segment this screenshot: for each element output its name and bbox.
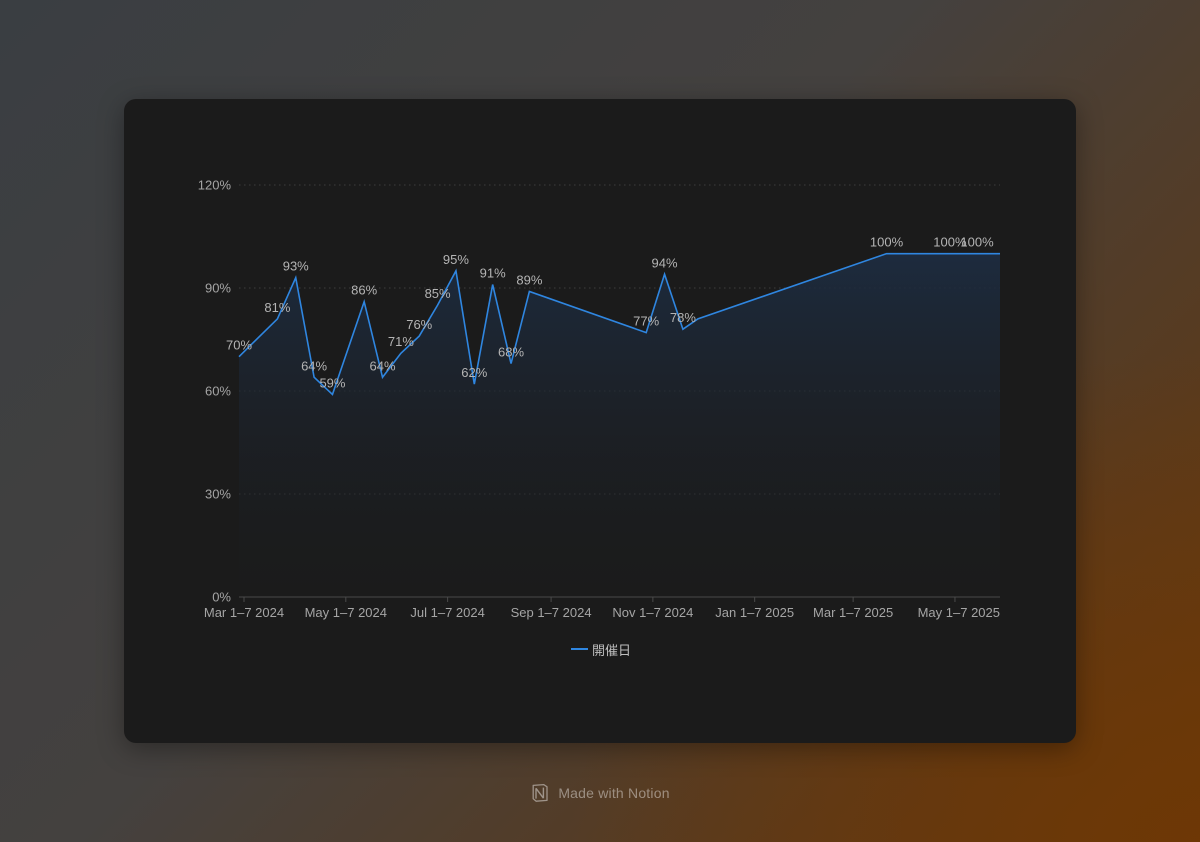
data-label: 93% [283,259,309,274]
data-label: 86% [351,283,377,298]
data-label: 100% [960,235,994,250]
data-label: 64% [301,358,327,373]
y-tick-label: 60% [205,384,231,399]
data-label: 71% [388,334,414,349]
footer-text: Made with Notion [558,785,670,801]
x-tick-label: May 1–7 2025 [918,605,1000,620]
x-tick-label: Sep 1–7 2024 [511,605,592,620]
x-tick-label: Mar 1–7 2025 [813,605,893,620]
area-fill-layer [239,253,1000,597]
legend-label: 開催日 [592,644,631,659]
data-label: 59% [319,375,345,390]
data-label: 85% [425,286,451,301]
data-label: 94% [652,255,678,270]
y-axis-ticks: 0% 30% 60% 90% 120% [198,178,232,605]
y-tick-label: 0% [212,590,231,605]
area-fill [239,253,1000,597]
data-label: 76% [406,317,432,332]
data-label: 100% [870,235,904,250]
x-tick-label: Mar 1–7 2024 [204,605,284,620]
data-label: 78% [670,310,696,325]
y-tick-label: 30% [205,487,231,502]
data-label: 70% [226,338,252,353]
line-chart: 0% 30% 60% 90% 120% Mar 1–7 2024 May 1–7 2024… [198,178,1000,659]
data-label: 89% [516,272,542,287]
data-label: 62% [461,365,487,380]
x-tick-label: May 1–7 2024 [305,605,387,620]
notion-icon [532,783,548,802]
x-axis-ticks: Mar 1–7 2024 May 1–7 2024 Jul 1–7 2024 Sep … [204,597,1000,620]
data-label: 81% [264,300,290,315]
x-tick-label: Jan 1–7 2025 [715,605,794,620]
data-label: 68% [498,345,524,360]
y-tick-label: 120% [198,178,232,193]
x-tick-label: Jul 1–7 2024 [410,605,484,620]
data-label: 95% [443,252,469,267]
y-tick-label: 90% [205,281,231,296]
made-with-notion-badge[interactable]: Made with Notion [0,781,1200,805]
data-label: 77% [633,314,659,329]
data-label: 91% [480,266,506,281]
x-tick-label: Nov 1–7 2024 [612,605,693,620]
data-label: 64% [370,358,396,373]
legend[interactable]: 開催日 [571,644,631,659]
